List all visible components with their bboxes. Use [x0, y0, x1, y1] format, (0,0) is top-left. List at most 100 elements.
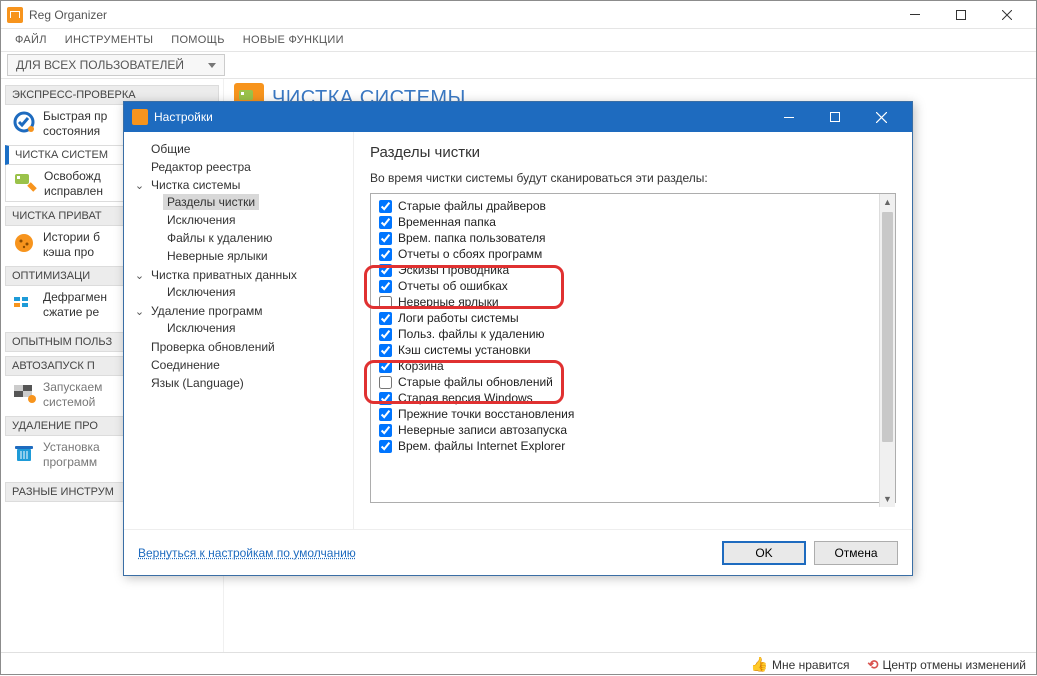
cleanup-item[interactable]: Врем. папка пользователя [373, 230, 893, 246]
menu-help[interactable]: ПОМОЩЬ [163, 32, 233, 48]
tree-updates[interactable]: Проверка обновлений [134, 339, 349, 355]
cleanup-item-label: Врем. папка пользователя [398, 231, 545, 245]
reset-defaults-link[interactable]: Вернуться к настройкам по умолчанию [138, 546, 356, 560]
cleanup-item[interactable]: Прежние точки восстановления [373, 406, 893, 422]
tree-priv-excl[interactable]: Исключения [150, 284, 349, 300]
thumb-up-icon: 👍 [751, 656, 768, 673]
cleanup-item-label: Неверные ярлыки [398, 295, 499, 309]
tree-todelete[interactable]: Файлы к удалению [150, 230, 349, 246]
undo-center-button[interactable]: ⟲ Центр отмены изменений [868, 657, 1026, 673]
cleanup-sections-list[interactable]: Старые файлы драйверовВременная папка Вре… [370, 193, 896, 503]
settings-dialog: Настройки Общие Редактор реестра ⌄Чистка… [123, 101, 913, 576]
cleanup-item-label: Отчеты о сбоях программ [398, 247, 542, 261]
close-button[interactable] [984, 1, 1030, 29]
sidebar-item-label: Освобожд исправлен [44, 169, 103, 199]
menu-tools[interactable]: ИНСТРУМЕНТЫ [57, 32, 161, 48]
cleanup-checkbox[interactable] [379, 392, 392, 405]
cleanup-checkbox[interactable] [379, 248, 392, 261]
cleanup-checkbox[interactable] [379, 232, 392, 245]
cleanup-checkbox[interactable] [379, 296, 392, 309]
cleanup-item[interactable]: Временная папка [373, 214, 893, 230]
cleanup-item-label: Старая версия Windows [398, 391, 533, 405]
tree-badlinks[interactable]: Неверные ярлыки [150, 248, 349, 264]
settings-pane: Разделы чистки Во время чистки системы б… [354, 132, 912, 529]
minimize-button[interactable] [892, 1, 938, 29]
cleanup-item[interactable]: Отчеты о сбоях программ [373, 246, 893, 262]
cleanup-item[interactable]: Эскизы Проводника [373, 262, 893, 278]
cleanup-item-label: Старые файлы обновлений [398, 375, 553, 389]
sidebar-item-label: Истории б кэша про [43, 230, 100, 260]
user-bar: ДЛЯ ВСЕХ ПОЛЬЗОВАТЕЛЕЙ [1, 51, 1036, 79]
tree-sections[interactable]: Разделы чистки [150, 194, 349, 210]
tree-regedit[interactable]: Редактор реестра [134, 159, 349, 175]
cleanup-checkbox[interactable] [379, 424, 392, 437]
menu-file[interactable]: ФАЙЛ [7, 32, 55, 48]
chevron-down-icon[interactable]: ⌄ [134, 270, 145, 281]
dialog-footer: Вернуться к настройкам по умолчанию OK О… [124, 529, 912, 575]
dialog-close-button[interactable] [858, 102, 904, 132]
like-button[interactable]: 👍 Мне нравится [751, 656, 850, 673]
statusbar: 👍 Мне нравится ⟲ Центр отмены изменений [1, 652, 1036, 676]
ok-button[interactable]: OK [722, 541, 806, 565]
maximize-button[interactable] [938, 1, 984, 29]
cleanup-item-label: Корзина [398, 359, 444, 373]
pane-description: Во время чистки системы будут сканироват… [370, 171, 896, 185]
cleanup-checkbox[interactable] [379, 264, 392, 277]
tree-exclusions[interactable]: Исключения [150, 212, 349, 228]
scrollbar[interactable]: ▲ ▼ [879, 194, 895, 507]
main-titlebar: Reg Organizer [1, 1, 1036, 29]
dialog-minimize-button[interactable] [766, 102, 812, 132]
tree-sysclean[interactable]: ⌄Чистка системы [134, 177, 349, 193]
undo-icon: ⟲ [868, 657, 879, 673]
dialog-titlebar: Настройки [124, 102, 912, 132]
scroll-thumb[interactable] [882, 212, 893, 442]
cleanup-item-label: Отчеты об ошибках [398, 279, 508, 293]
undo-label: Центр отмены изменений [882, 658, 1026, 672]
cleanup-item[interactable]: Старые файлы драйверов [373, 198, 893, 214]
cancel-button[interactable]: Отмена [814, 541, 898, 565]
cleanup-item[interactable]: Старые файлы обновлений [373, 374, 893, 390]
cleanup-item[interactable]: Неверные ярлыки [373, 294, 893, 310]
tree-lang[interactable]: Язык (Language) [134, 375, 349, 391]
cleanup-item-label: Кэш системы установки [398, 343, 531, 357]
cleanup-item[interactable]: Польз. файлы к удалению [373, 326, 893, 342]
scroll-down-icon[interactable]: ▼ [880, 491, 895, 507]
cleanup-item[interactable]: Корзина [373, 358, 893, 374]
cleanup-checkbox[interactable] [379, 216, 392, 229]
cleanup-item[interactable]: Отчеты об ошибках [373, 278, 893, 294]
cleanup-item[interactable]: Старая версия Windows [373, 390, 893, 406]
cleanup-item[interactable]: Логи работы системы [373, 310, 893, 326]
tree-general[interactable]: Общие [134, 141, 349, 157]
dialog-body: Общие Редактор реестра ⌄Чистка системы Р… [124, 132, 912, 529]
all-users-dropdown[interactable]: ДЛЯ ВСЕХ ПОЛЬЗОВАТЕЛЕЙ [7, 54, 225, 76]
cleanup-checkbox[interactable] [379, 376, 392, 389]
sidebar-item-label: Установка программ [43, 440, 100, 470]
tree-privclean[interactable]: ⌄Чистка приватных данных [134, 267, 349, 283]
scroll-up-icon[interactable]: ▲ [880, 194, 895, 210]
tree-uninstall[interactable]: ⌄Удаление программ [134, 303, 349, 319]
cleanup-checkbox[interactable] [379, 328, 392, 341]
tree-un-excl[interactable]: Исключения [150, 320, 349, 336]
cleanup-item[interactable]: Врем. файлы Internet Explorer [373, 438, 893, 454]
menu-new[interactable]: НОВЫЕ ФУНКЦИИ [235, 32, 352, 48]
cleanup-checkbox[interactable] [379, 360, 392, 373]
chevron-down-icon[interactable]: ⌄ [134, 306, 145, 317]
app-title: Reg Organizer [29, 8, 892, 22]
cleanup-checkbox[interactable] [379, 280, 392, 293]
cleanup-checkbox[interactable] [379, 440, 392, 453]
cleanup-item[interactable]: Неверные записи автозапуска [373, 422, 893, 438]
tree-connection[interactable]: Соединение [134, 357, 349, 373]
dialog-icon [132, 109, 148, 125]
cleanup-checkbox[interactable] [379, 200, 392, 213]
cleanup-item[interactable]: Кэш системы установки [373, 342, 893, 358]
cleanup-item-label: Временная папка [398, 215, 496, 229]
dialog-maximize-button[interactable] [812, 102, 858, 132]
cleanup-item-label: Прежние точки восстановления [398, 407, 574, 421]
cleanup-checkbox[interactable] [379, 312, 392, 325]
cleanup-checkbox[interactable] [379, 344, 392, 357]
settings-tree[interactable]: Общие Редактор реестра ⌄Чистка системы Р… [124, 132, 354, 529]
all-users-label: ДЛЯ ВСЕХ ПОЛЬЗОВАТЕЛЕЙ [16, 58, 184, 72]
cleanup-checkbox[interactable] [379, 408, 392, 421]
chevron-down-icon[interactable]: ⌄ [134, 180, 145, 191]
app-window: Reg Organizer ФАЙЛ ИНСТРУМЕНТЫ ПОМОЩЬ НО… [0, 0, 1037, 675]
